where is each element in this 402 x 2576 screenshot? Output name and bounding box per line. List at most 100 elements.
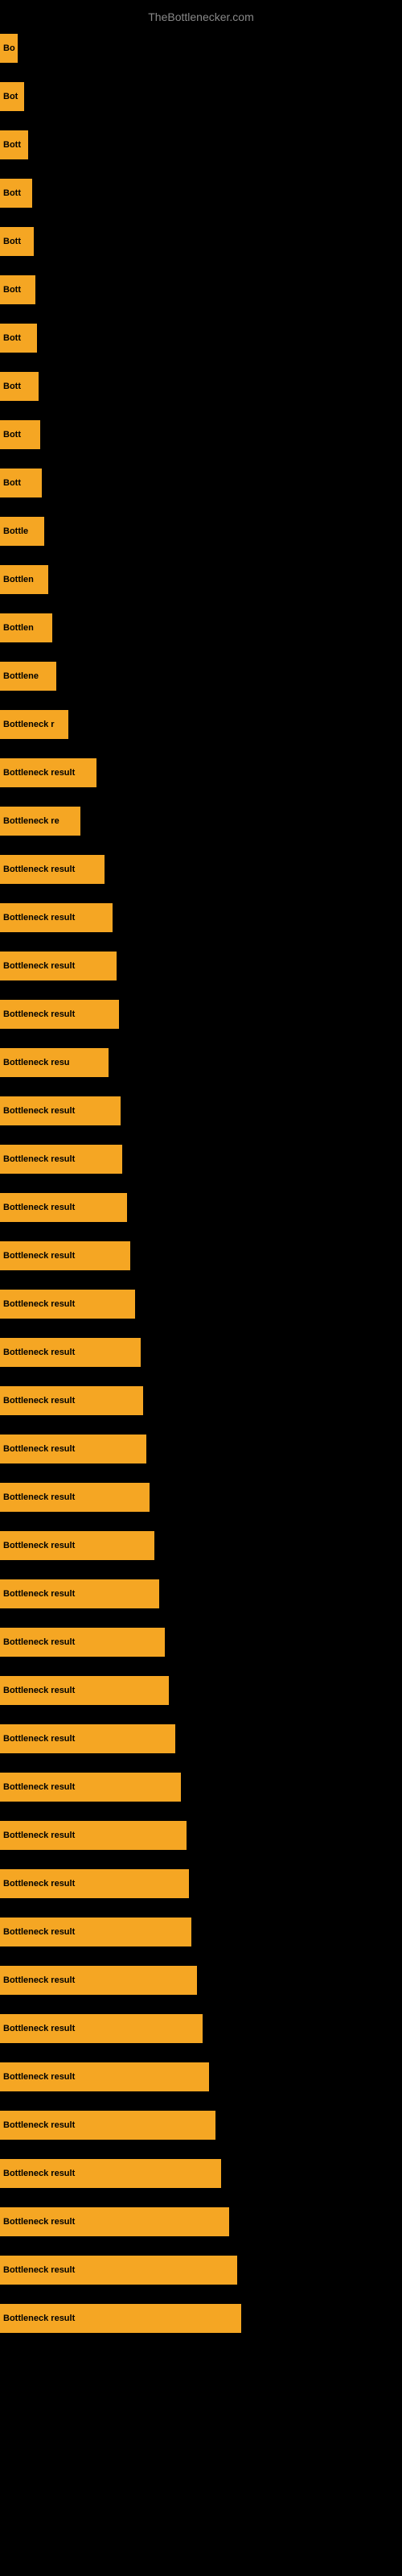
result-bar: Bott bbox=[0, 420, 40, 449]
bar-label: Bottleneck result bbox=[3, 2072, 75, 2082]
bar-label: Bottleneck result bbox=[3, 1251, 75, 1261]
bar-row: Bottleneck result bbox=[0, 2149, 402, 2198]
result-bar: Bott bbox=[0, 469, 42, 497]
bar-label: Bottleneck result bbox=[3, 2265, 75, 2275]
bar-row: Bottleneck result bbox=[0, 1763, 402, 1811]
bar-row: Bottleneck result bbox=[0, 845, 402, 894]
bar-label: Bottleneck result bbox=[3, 2024, 75, 2033]
bar-row: Bottleneck result bbox=[0, 1666, 402, 1715]
result-bar: Bottleneck result bbox=[0, 2304, 241, 2333]
result-bar: Bottleneck result bbox=[0, 1579, 159, 1608]
bar-row: Bottleneck re bbox=[0, 797, 402, 845]
result-bar: Bottleneck result bbox=[0, 952, 117, 980]
bar-label: Bott bbox=[3, 140, 21, 150]
bar-label: Bottleneck result bbox=[3, 1348, 75, 1357]
result-bar: Bottleneck result bbox=[0, 2111, 215, 2140]
bar-row: Bo bbox=[0, 24, 402, 72]
bar-label: Bottleneck result bbox=[3, 1589, 75, 1599]
bar-row: Bottleneck result bbox=[0, 1135, 402, 1183]
bar-label: Bott bbox=[3, 237, 21, 246]
bar-row: Bottleneck result bbox=[0, 2198, 402, 2246]
bar-row: Bottleneck result bbox=[0, 990, 402, 1038]
result-bar: Bottleneck resu bbox=[0, 1048, 109, 1077]
result-bar: Bottleneck r bbox=[0, 710, 68, 739]
bar-row: Bottlen bbox=[0, 604, 402, 652]
bar-label: Bottleneck result bbox=[3, 1927, 75, 1937]
bar-label: Bottleneck result bbox=[3, 2314, 75, 2323]
bar-label: Bottleneck result bbox=[3, 1009, 75, 1019]
bar-row: Bottleneck result bbox=[0, 942, 402, 990]
bar-label: Bottleneck result bbox=[3, 1686, 75, 1695]
bar-label: Bottle bbox=[3, 526, 28, 536]
bar-row: Bottle bbox=[0, 507, 402, 555]
bar-row: Bottleneck result bbox=[0, 2101, 402, 2149]
result-bar: Bottleneck result bbox=[0, 1386, 143, 1415]
result-bar: Bottlen bbox=[0, 565, 48, 594]
bar-label: Bottleneck result bbox=[3, 2217, 75, 2227]
result-bar: Bottleneck result bbox=[0, 1918, 191, 1946]
bar-row: Bottleneck r bbox=[0, 700, 402, 749]
result-bar: Bottle bbox=[0, 517, 44, 546]
bar-row: Bott bbox=[0, 266, 402, 314]
bar-row: Bottleneck result bbox=[0, 1232, 402, 1280]
bar-label: Bottleneck result bbox=[3, 1444, 75, 1454]
result-bar: Bottleneck result bbox=[0, 1724, 175, 1753]
bar-row: Bottleneck result bbox=[0, 1473, 402, 1521]
bar-label: Bottleneck resu bbox=[3, 1058, 70, 1067]
result-bar: Bottleneck result bbox=[0, 1773, 181, 1802]
result-bar: Bott bbox=[0, 275, 35, 304]
bar-label: Bottleneck result bbox=[3, 2120, 75, 2130]
result-bar: Bottleneck result bbox=[0, 1531, 154, 1560]
bar-label: Bottleneck result bbox=[3, 1734, 75, 1744]
bar-label: Bott bbox=[3, 382, 21, 391]
bar-label: Bottleneck result bbox=[3, 1492, 75, 1502]
bar-row: Bottleneck result bbox=[0, 894, 402, 942]
bar-label: Bo bbox=[3, 43, 15, 53]
result-bar: Bottlene bbox=[0, 662, 56, 691]
result-bar: Bottleneck result bbox=[0, 2014, 203, 2043]
result-bar: Bott bbox=[0, 227, 34, 256]
bar-row: Bott bbox=[0, 459, 402, 507]
bar-row: Bottleneck result bbox=[0, 1570, 402, 1618]
bar-row: Bottleneck result bbox=[0, 1087, 402, 1135]
bar-label: Bottleneck result bbox=[3, 1637, 75, 1647]
bar-row: Bottleneck result bbox=[0, 1860, 402, 1908]
bar-label: Bottleneck result bbox=[3, 1396, 75, 1406]
bar-label: Bottleneck result bbox=[3, 1203, 75, 1212]
result-bar: Bott bbox=[0, 179, 32, 208]
bar-label: Bottleneck result bbox=[3, 2169, 75, 2178]
bar-row: Bott bbox=[0, 362, 402, 411]
bar-label: Bottlen bbox=[3, 623, 34, 633]
bar-label: Bottleneck result bbox=[3, 1106, 75, 1116]
result-bar: Bottleneck result bbox=[0, 855, 105, 884]
result-bar: Bo bbox=[0, 34, 18, 63]
bar-label: Bottleneck result bbox=[3, 1782, 75, 1792]
result-bar: Bottleneck result bbox=[0, 1145, 122, 1174]
result-bar: Bottleneck result bbox=[0, 2256, 237, 2285]
result-bar: Bottleneck result bbox=[0, 1821, 187, 1850]
bar-label: Bottleneck result bbox=[3, 913, 75, 923]
bar-label: Bottleneck result bbox=[3, 1541, 75, 1550]
bar-row: Bottlene bbox=[0, 652, 402, 700]
bar-row: Bottleneck result bbox=[0, 1328, 402, 1377]
bar-label: Bottleneck re bbox=[3, 816, 59, 826]
result-bar: Bott bbox=[0, 324, 37, 353]
bar-row: Bottleneck result bbox=[0, 1377, 402, 1425]
bar-row: Bott bbox=[0, 169, 402, 217]
bar-row: Bott bbox=[0, 121, 402, 169]
bar-row: Bottleneck result bbox=[0, 749, 402, 797]
bar-row: Bottleneck result bbox=[0, 2246, 402, 2294]
bar-row: Bottleneck result bbox=[0, 2294, 402, 2343]
bars-container: Bo Bot Bott Bott Bott Bott Bott Bott Bott Bott Bot… bbox=[0, 24, 402, 2343]
result-bar: Bottleneck result bbox=[0, 1483, 150, 1512]
bar-row: Bottlen bbox=[0, 555, 402, 604]
result-bar: Bottleneck result bbox=[0, 1966, 197, 1995]
bar-row: Bottleneck result bbox=[0, 1521, 402, 1570]
bar-label: Bottlen bbox=[3, 575, 34, 584]
bar-row: Bot bbox=[0, 72, 402, 121]
result-bar: Bottleneck result bbox=[0, 2159, 221, 2188]
result-bar: Bottleneck result bbox=[0, 1869, 189, 1898]
bar-label: Bottleneck result bbox=[3, 961, 75, 971]
bar-row: Bottleneck result bbox=[0, 1618, 402, 1666]
bar-row: Bott bbox=[0, 411, 402, 459]
